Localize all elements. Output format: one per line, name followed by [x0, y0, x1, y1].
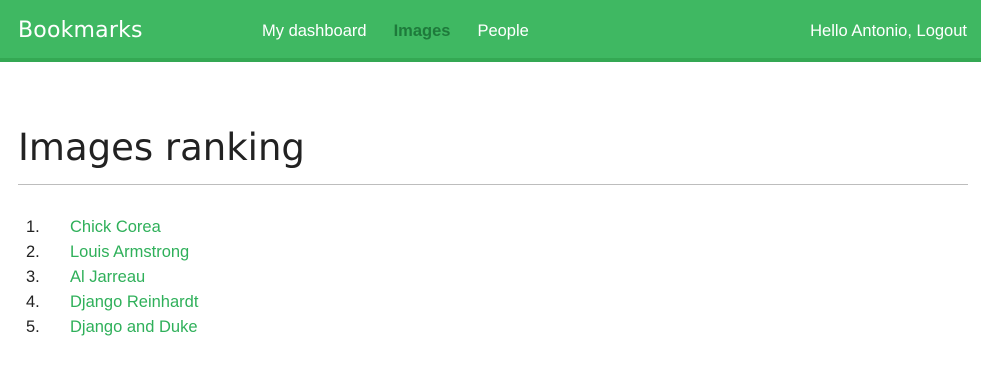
ranking-item: 2. Louis Armstrong	[26, 240, 198, 265]
page-title: Images ranking	[18, 126, 305, 169]
ranking-number: 2.	[26, 243, 40, 261]
ranking-image-link[interactable]: Al Jarreau	[70, 265, 145, 290]
ranking-image-link[interactable]: Chick Corea	[70, 215, 161, 240]
title-divider	[18, 184, 968, 185]
ranking-image-link[interactable]: Django and Duke	[70, 315, 198, 340]
main-nav: My dashboard Images People	[262, 21, 556, 41]
ranking-item: 4. Django Reinhardt	[26, 290, 198, 315]
ranking-item: 3. Al Jarreau	[26, 265, 198, 290]
ranking-image-link[interactable]: Django Reinhardt	[70, 290, 198, 315]
nav-item-images[interactable]: Images	[394, 21, 451, 41]
ranking-item: 1. Chick Corea	[26, 215, 198, 240]
ranking-item: 5. Django and Duke	[26, 315, 198, 340]
ranking-number: 4.	[26, 293, 40, 311]
ranking-number: 1.	[26, 218, 40, 236]
site-logo[interactable]: Bookmarks	[18, 18, 143, 44]
ranking-number: 3.	[26, 268, 40, 286]
ranking-number: 5.	[26, 318, 40, 336]
nav-item-my-dashboard[interactable]: My dashboard	[262, 21, 367, 41]
logout-link[interactable]: Logout	[917, 22, 967, 40]
ranking-image-link[interactable]: Louis Armstrong	[70, 240, 189, 265]
images-ranking-list: 1. Chick Corea 2. Louis Armstrong 3. Al …	[26, 215, 198, 340]
user-greeting: Hello Antonio,	[810, 22, 912, 40]
nav-item-people[interactable]: People	[477, 21, 528, 41]
user-menu: Hello Antonio, Logout	[810, 21, 967, 41]
top-navigation-bar: Bookmarks My dashboard Images People Hel…	[0, 0, 981, 62]
